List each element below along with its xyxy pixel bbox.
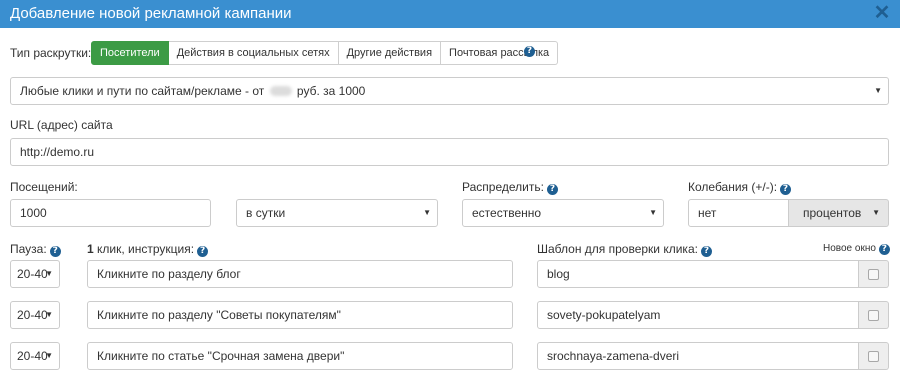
chevron-down-icon: ▼ xyxy=(872,208,880,217)
chevron-down-icon: ▼ xyxy=(423,208,431,217)
new-window-label-wrap: Новое окно? xyxy=(823,243,890,255)
pause-select[interactable]: 20-40 ▼ xyxy=(10,342,60,370)
help-icon[interactable]: ? xyxy=(524,46,535,57)
visits-input[interactable]: 1000 xyxy=(10,199,211,227)
campaign-type-select[interactable]: Любые клики и пути по сайтам/рекламе - о… xyxy=(10,77,889,105)
fluctuation-unit-label: процентов xyxy=(803,206,862,220)
help-icon[interactable]: ? xyxy=(546,184,558,195)
fluctuation-label-wrap: Колебания (+/-):? xyxy=(688,180,792,195)
new-window-checkbox[interactable] xyxy=(868,310,879,321)
pause-select[interactable]: 20-40 ▼ xyxy=(10,260,60,288)
pause-value: 20-40 xyxy=(17,349,48,363)
distribute-label: Распределить: xyxy=(462,180,544,194)
pause-select[interactable]: 20-40 ▼ xyxy=(10,301,60,329)
template-input[interactable]: sovety-pokupatelyam xyxy=(537,301,859,329)
template-input[interactable]: blog xyxy=(537,260,859,288)
url-input[interactable]: http://demo.ru xyxy=(10,138,889,166)
help-icon[interactable]: ? xyxy=(700,246,712,257)
instruction-input[interactable]: Кликните по разделу "Советы покупателям" xyxy=(87,301,513,329)
url-label: URL (адрес) сайта xyxy=(10,118,113,132)
fluctuation-unit-dropdown[interactable]: процентов ▼ xyxy=(788,199,889,227)
visits-period-value: в сутки xyxy=(246,206,286,220)
new-window-checkbox[interactable] xyxy=(868,269,879,280)
new-window-checkbox-addon xyxy=(859,342,889,370)
distribute-label-wrap: Распределить:? xyxy=(462,180,558,195)
pause-label-wrap: Пауза:? xyxy=(10,242,61,257)
chevron-down-icon: ▼ xyxy=(45,351,53,360)
promo-type-tabs: Посетители Действия в социальных сетях Д… xyxy=(91,41,559,65)
tab-social-actions[interactable]: Действия в социальных сетях xyxy=(168,41,339,65)
tab-visitors[interactable]: Посетители xyxy=(91,41,169,65)
chevron-down-icon: ▼ xyxy=(649,208,657,217)
visits-period-select[interactable]: в сутки ▼ xyxy=(236,199,438,227)
chevron-down-icon: ▼ xyxy=(45,310,53,319)
visits-label: Посещений: xyxy=(10,180,78,194)
fluctuation-input[interactable]: нет xyxy=(688,199,789,227)
help-icon[interactable]: ? xyxy=(197,246,209,257)
instruction-step-number: 1 xyxy=(87,242,94,256)
pause-label: Пауза: xyxy=(10,242,47,256)
distribute-select[interactable]: естественно ▼ xyxy=(462,199,664,227)
dialog-title: Добавление новой рекламной кампании xyxy=(10,5,292,22)
new-window-checkbox[interactable] xyxy=(868,351,879,362)
promo-type-label: Тип раскрутки: xyxy=(10,46,92,60)
chevron-down-icon: ▼ xyxy=(45,269,53,278)
help-icon[interactable]: ? xyxy=(878,244,890,255)
pause-value: 20-40 xyxy=(17,308,48,322)
fluctuation-label: Колебания (+/-): xyxy=(688,180,778,194)
instruction-input[interactable]: Кликните по разделу блог xyxy=(87,260,513,288)
tab-email-mailing[interactable]: Почтовая рассылка xyxy=(441,41,559,65)
help-icon[interactable]: ? xyxy=(49,246,61,257)
chevron-down-icon: ▼ xyxy=(874,86,882,95)
new-window-label: Новое окно xyxy=(823,243,876,254)
campaign-type-suffix: руб. за 1000 xyxy=(296,84,366,98)
pause-value: 20-40 xyxy=(17,267,48,281)
template-label: Шаблон для проверки клика: xyxy=(537,242,698,256)
instruction-label: клик, инструкция: xyxy=(93,242,195,256)
tab-other-actions[interactable]: Другие действия xyxy=(338,41,442,65)
new-window-checkbox-addon xyxy=(859,301,889,329)
price-redacted xyxy=(269,86,292,96)
template-input[interactable]: srochnaya-zamena-dveri xyxy=(537,342,859,370)
template-label-wrap: Шаблон для проверки клика:? xyxy=(537,242,712,257)
campaign-type-prefix: Любые клики и пути по сайтам/рекламе - о… xyxy=(20,84,265,98)
close-icon[interactable]: ✕ xyxy=(872,2,892,24)
new-window-checkbox-addon xyxy=(859,260,889,288)
instruction-label-wrap: 1 клик, инструкция:? xyxy=(87,242,209,257)
help-icon[interactable]: ? xyxy=(780,184,792,195)
distribute-value: естественно xyxy=(472,206,542,220)
instruction-input[interactable]: Кликните по статье "Срочная замена двери… xyxy=(87,342,513,370)
dialog-titlebar: Добавление новой рекламной кампании ✕ xyxy=(0,0,900,28)
